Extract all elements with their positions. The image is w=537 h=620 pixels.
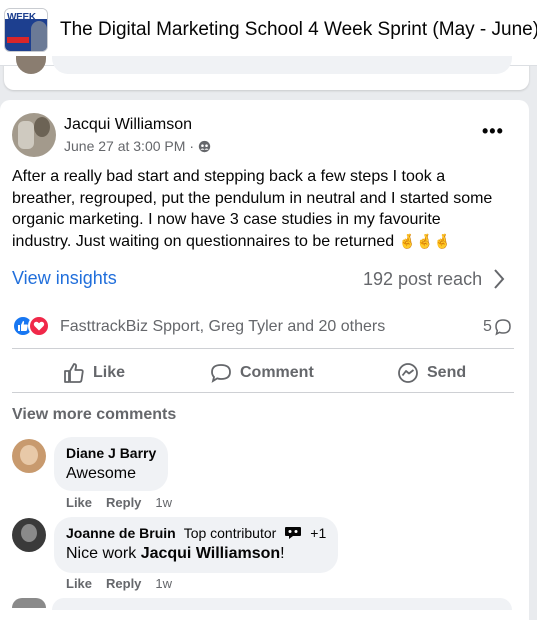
post-reach[interactable]: 192 post reach [363, 268, 506, 290]
commenter-header: Joanne de Bruin Top contributor +1 [66, 525, 326, 541]
love-reaction-icon [28, 315, 50, 337]
comment-mention[interactable]: Jacqui Williamson [141, 545, 280, 562]
chevron-right-icon [494, 269, 505, 289]
commenter-avatar[interactable] [12, 518, 46, 552]
post-time[interactable]: June 27 at 3:00 PM [64, 138, 185, 154]
comment-icon [211, 364, 231, 383]
post-text-line: After a really bad start and stepping ba… [12, 168, 446, 185]
more-options-button[interactable]: ••• [482, 122, 504, 140]
divider [12, 392, 514, 393]
like-label: Like [93, 364, 126, 381]
comment-label: Comment [240, 364, 314, 381]
group-thumbnail-text: WEEK [7, 12, 36, 23]
post-text-line-last: industry. Just waiting on questionnaires… [12, 231, 522, 253]
comment-actions: Like Reply 1w [66, 495, 186, 510]
send-button[interactable]: Send [397, 362, 466, 384]
audience-group-icon[interactable] [198, 140, 211, 153]
comment-text-prefix: Nice work [66, 545, 141, 562]
divider [12, 348, 514, 349]
next-commenter-avatar [12, 598, 46, 608]
like-button[interactable]: Like [63, 362, 125, 384]
comment-like-button[interactable]: Like [66, 495, 92, 510]
reactors-text[interactable]: FasttrackBiz Spport, Greg Tyler and 20 o… [60, 318, 385, 336]
view-insights-link[interactable]: View insights [12, 268, 117, 289]
post-text: After a really bad start and stepping ba… [12, 166, 522, 252]
comment-time[interactable]: 1w [155, 576, 172, 591]
meta-separator: · [189, 138, 195, 154]
post-meta: June 27 at 3:00 PM · [64, 138, 211, 154]
comment-text: Awesome [66, 465, 136, 482]
view-more-comments-link[interactable]: View more comments [12, 406, 176, 424]
post-text-line-4: industry. Just waiting on questionnaires… [12, 232, 395, 250]
comment-reply-button[interactable]: Reply [106, 576, 141, 591]
comment-actions: Like Reply 1w [66, 576, 186, 591]
author-avatar[interactable] [12, 113, 56, 157]
thumbs-up-icon [64, 363, 84, 383]
badge-icon [285, 527, 302, 539]
post-reach-label: 192 post reach [363, 268, 483, 289]
send-label: Send [427, 364, 467, 381]
comment-text-suffix: ! [280, 545, 285, 562]
group-title[interactable]: The Digital Marketing School 4 Week Spri… [60, 19, 537, 41]
commenter-name[interactable]: Joanne de Bruin [66, 525, 176, 541]
comment-bubble: Diane J Barry Awesome [54, 437, 169, 491]
comment-reply-button[interactable]: Reply [106, 495, 141, 510]
top-contributor-badge[interactable]: Top contributor [184, 525, 277, 541]
comment-like-button[interactable]: Like [66, 576, 92, 591]
post-text-line: breather, regrouped, put the pendulum in… [12, 189, 493, 207]
comment-count-number: 5 [483, 318, 492, 335]
badge-extra-count[interactable]: +1 [310, 525, 326, 541]
comment-bubble: Joanne de Bruin Top contributor +1 Nice … [54, 517, 339, 573]
comment-bubble-icon [495, 319, 511, 336]
messenger-icon [398, 363, 418, 383]
author-name[interactable]: Jacqui Williamson [64, 116, 192, 134]
crossed-fingers-emoji: 🤞🤞🤞 [398, 232, 451, 249]
comment-button[interactable]: Comment [210, 362, 314, 384]
reaction-icons[interactable] [12, 315, 50, 337]
previous-comment-input[interactable] [52, 56, 512, 74]
next-comment-bubble [52, 598, 512, 610]
group-thumbnail[interactable]: WEEK [4, 8, 48, 52]
comment-time[interactable]: 1w [155, 495, 172, 510]
commenter-avatar[interactable] [12, 439, 46, 473]
commenter-name[interactable]: Diane J Barry [66, 445, 156, 461]
post-text-line: organic marketing. I now have 3 case stu… [12, 211, 441, 229]
comment-count[interactable]: 5 [483, 318, 512, 336]
comment-text: Nice work Jacqui Williamson! [66, 545, 326, 563]
